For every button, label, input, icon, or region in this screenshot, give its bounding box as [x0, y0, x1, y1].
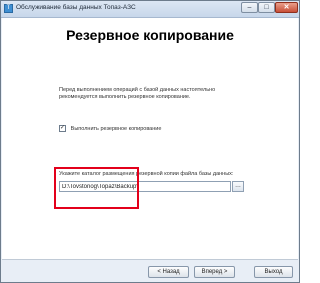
main-window: T Обслуживание базы данных Топаз-АЗС – □…	[0, 0, 300, 283]
wizard-content: Резервное копирование Перед выполнением …	[2, 18, 298, 259]
backup-folder-input[interactable]	[59, 181, 231, 192]
backup-checkbox-row[interactable]: ✓ Выполнить резервное копирование	[59, 125, 161, 134]
intro-text: Перед выполнением операций с базой данны…	[59, 87, 216, 100]
backup-checkbox[interactable]: ✓	[59, 125, 66, 132]
maximize-button[interactable]: □	[258, 2, 275, 13]
backup-checkbox-label[interactable]: Выполнить резервное копирование	[71, 126, 162, 132]
page-title: Резервное копирование	[66, 27, 234, 43]
window-title: Обслуживание базы данных Топаз-АЗС	[16, 4, 136, 11]
minimize-button[interactable]: –	[241, 2, 258, 13]
footer-divider	[2, 259, 298, 260]
app-icon: T	[4, 4, 13, 13]
close-button[interactable]: ✕	[275, 2, 298, 13]
folder-label: Укажите каталог размещения резервной коп…	[59, 171, 234, 177]
exit-button[interactable]: Выход	[254, 266, 293, 278]
browse-button[interactable]: …	[232, 181, 244, 192]
back-button[interactable]: < Назад	[148, 266, 189, 278]
next-button[interactable]: Вперед >	[194, 266, 235, 278]
title-bar[interactable]: T Обслуживание базы данных Топаз-АЗС – □…	[1, 1, 299, 18]
